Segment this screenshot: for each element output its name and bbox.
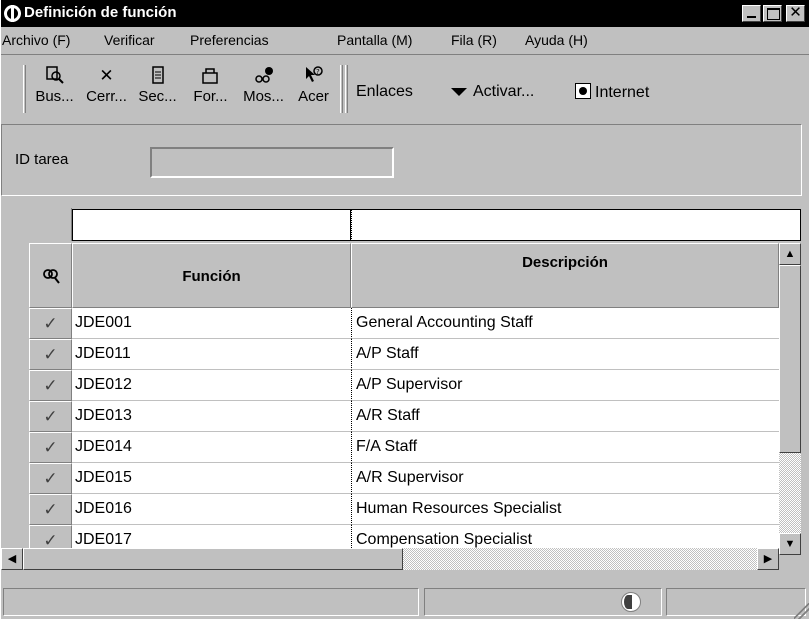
close-window-button[interactable]: ✕ (786, 5, 805, 22)
toolbar: Bus... ✕ Cerr... Sec... For... Mos... ? … (1, 54, 809, 120)
status-pane-main (3, 588, 419, 616)
grid-corner (29, 208, 72, 241)
cell-funcion[interactable]: JDE012 (72, 370, 351, 401)
globe-icon (621, 592, 641, 612)
toolbar-grip-2[interactable] (345, 65, 348, 113)
maximize-button[interactable] (763, 5, 782, 22)
activar-label: Activar... (473, 83, 535, 100)
cell-funcion[interactable]: JDE011 (72, 339, 351, 370)
cell-descripcion[interactable]: General Accounting Staff (351, 308, 779, 339)
cell-descripcion[interactable]: A/R Staff (351, 401, 779, 432)
title-bar[interactable]: Definición de función ✕ (1, 0, 809, 27)
cell-funcion[interactable]: JDE016 (72, 494, 351, 525)
display-icon (241, 65, 286, 87)
vertical-scrollbar[interactable]: ▲ ▼ (779, 243, 801, 555)
table-row[interactable]: ✓ JDE014 F/A Staff (1, 432, 779, 463)
horizontal-scrollbar[interactable]: ◀ ▶ (1, 548, 779, 570)
id-tarea-input[interactable] (150, 147, 394, 178)
row-select-check-icon[interactable]: ✓ (29, 308, 72, 339)
cell-funcion[interactable]: JDE015 (72, 463, 351, 494)
next-button[interactable]: Sec... (135, 65, 180, 115)
close-icon: ✕ (99, 66, 114, 85)
cell-descripcion[interactable]: A/P Supervisor (351, 370, 779, 401)
menu-pantalla[interactable]: Pantalla (M) (337, 32, 412, 48)
row-select-check-icon[interactable]: ✓ (29, 432, 72, 463)
scroll-right-arrow-icon[interactable]: ▶ (757, 548, 779, 570)
cell-funcion[interactable]: JDE013 (72, 401, 351, 432)
column-chooser-header[interactable] (29, 243, 72, 308)
row-select-check-icon[interactable]: ✓ (29, 339, 72, 370)
scroll-down-arrow-icon[interactable]: ▼ (779, 533, 801, 555)
resize-grip-icon[interactable] (794, 603, 809, 619)
column-header-descripcion[interactable]: Descripción (351, 243, 779, 308)
menu-preferencias[interactable]: Preferencias (190, 32, 269, 48)
close-button[interactable]: ✕ Cerr... (84, 65, 129, 115)
vertical-scroll-thumb[interactable] (779, 265, 801, 453)
cell-descripcion[interactable]: Human Resources Specialist (351, 494, 779, 525)
menu-archivo[interactable]: Archivo (F) (2, 32, 70, 48)
table-row[interactable]: ✓ JDE012 A/P Supervisor (1, 370, 779, 401)
about-icon: ? (291, 65, 336, 87)
dropdown-arrow-icon (451, 87, 467, 96)
find-button[interactable]: Bus... (32, 65, 77, 115)
scroll-left-arrow-icon[interactable]: ◀ (1, 548, 23, 570)
next-label: Sec... (138, 88, 177, 105)
close-label: Cerr... (86, 88, 127, 105)
table-row[interactable]: ✓ JDE016 Human Resources Specialist (1, 494, 779, 525)
form-icon (188, 65, 233, 87)
status-bar (1, 584, 809, 619)
data-grid: Función Descripción ✓ JDE001 General Acc… (1, 208, 801, 575)
activar-link[interactable]: Activar... (451, 83, 534, 101)
form-button[interactable]: For... (188, 65, 233, 115)
cell-descripcion[interactable]: A/R Supervisor (351, 463, 779, 494)
internet-icon (575, 83, 591, 99)
form-label: For... (193, 88, 228, 105)
row-select-check-icon[interactable]: ✓ (29, 463, 72, 494)
application-window: Definición de función ✕ Archivo (F) Veri… (0, 0, 809, 619)
enlaces-link[interactable]: Enlaces (356, 83, 413, 101)
find-icon (32, 65, 77, 87)
about-button[interactable]: ? Acer (291, 65, 336, 115)
menu-verificar[interactable]: Verificar (104, 32, 155, 48)
table-row[interactable]: ✓ JDE015 A/R Supervisor (1, 463, 779, 494)
header-panel: ID tarea (1, 124, 802, 196)
toolbar-separator (340, 65, 343, 113)
svg-text:?: ? (316, 68, 320, 76)
menu-fila[interactable]: Fila (R) (451, 32, 497, 48)
table-row[interactable]: ✓ JDE011 A/P Staff (1, 339, 779, 370)
status-pane-right (666, 588, 806, 616)
qbe-descripcion-input[interactable] (351, 209, 801, 241)
toolbar-grip[interactable] (23, 65, 26, 113)
table-row[interactable]: ✓ JDE001 General Accounting Staff (1, 308, 779, 339)
display-label: Mos... (243, 88, 284, 105)
id-tarea-label: ID tarea (15, 151, 69, 168)
next-icon (135, 65, 180, 87)
cell-funcion[interactable]: JDE001 (72, 308, 351, 339)
about-label: Acer (298, 88, 329, 105)
minimize-button[interactable] (742, 5, 761, 22)
internet-link[interactable]: Internet (575, 83, 649, 102)
app-icon[interactable] (4, 5, 21, 22)
cell-funcion[interactable]: JDE014 (72, 432, 351, 463)
display-button[interactable]: Mos... (241, 65, 286, 115)
column-header-funcion[interactable]: Función (72, 243, 351, 308)
scroll-up-arrow-icon[interactable]: ▲ (779, 243, 801, 265)
qbe-funcion-input[interactable] (72, 209, 351, 241)
row-select-check-icon[interactable]: ✓ (29, 401, 72, 432)
menu-bar: Archivo (F) Verificar Preferencias Panta… (1, 28, 809, 53)
row-select-check-icon[interactable]: ✓ (29, 370, 72, 401)
find-label: Bus... (35, 88, 74, 105)
internet-label: Internet (595, 84, 650, 101)
cell-descripcion[interactable]: A/P Staff (351, 339, 779, 370)
window-title: Definición de función (24, 4, 177, 21)
cell-descripcion[interactable]: F/A Staff (351, 432, 779, 463)
table-row[interactable]: ✓ JDE013 A/R Staff (1, 401, 779, 432)
row-select-check-icon[interactable]: ✓ (29, 494, 72, 525)
find-icon (42, 269, 60, 284)
grid-rows: ✓ JDE001 General Accounting Staff ✓ JDE0… (1, 308, 779, 556)
horizontal-scroll-thumb[interactable] (23, 548, 403, 570)
menu-ayuda[interactable]: Ayuda (H) (525, 32, 588, 48)
